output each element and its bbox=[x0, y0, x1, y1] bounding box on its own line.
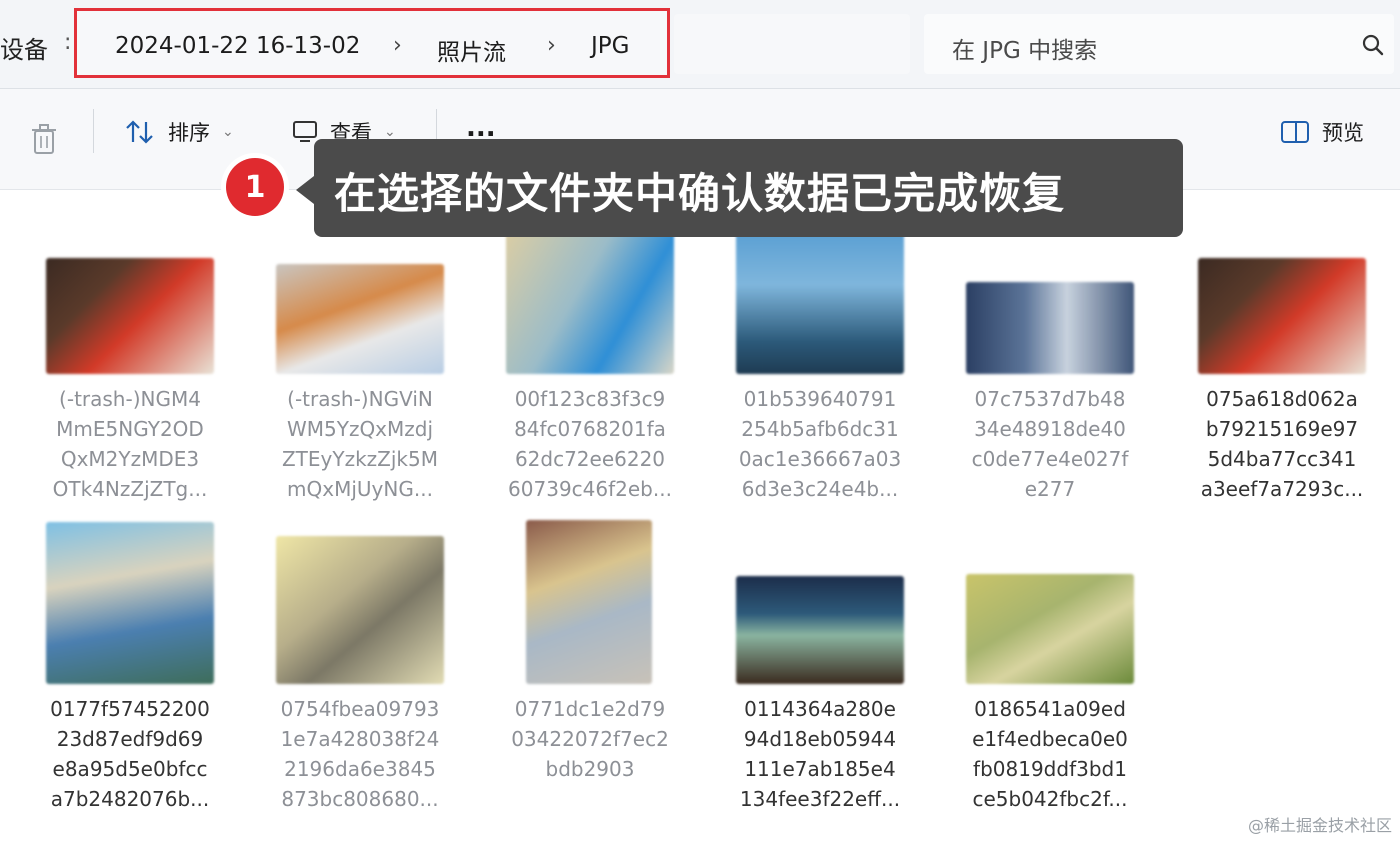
search-icon[interactable] bbox=[1360, 32, 1386, 58]
toolbar-divider bbox=[93, 109, 94, 153]
sort-arrows-icon bbox=[126, 120, 153, 144]
search-placeholder: 在 JPG 中搜索 bbox=[952, 38, 1098, 64]
breadcrumb: 2024-01-22 16-13-02 › 照片流 › JPG bbox=[74, 8, 670, 78]
file-name[interactable]: 07c7537d7b48 34e48918de40 c0de77e4e027f e27… bbox=[935, 384, 1165, 504]
file-thumbnail[interactable] bbox=[46, 522, 214, 684]
file-thumbnail[interactable] bbox=[966, 574, 1134, 684]
file-name[interactable]: 00f123c83f3c9 84fc0768201fa 62dc72ee6220 60… bbox=[475, 384, 705, 504]
search-input[interactable]: 在 JPG 中搜索 bbox=[924, 14, 1394, 74]
file-thumbnail[interactable] bbox=[276, 264, 444, 374]
file-thumbnail[interactable] bbox=[526, 520, 652, 684]
file-name[interactable]: (-trash-)NGViN WM5YzQxMzdj ZTEyYzkzZjk5M mQ… bbox=[245, 384, 475, 504]
breadcrumb-device[interactable]: 设备 bbox=[0, 30, 48, 65]
file-name[interactable]: 0754fbea09793 1e7a428038f24 2196da6e3845 87… bbox=[245, 694, 475, 814]
watermark: @稀土掘金技术社区 bbox=[1247, 816, 1392, 835]
file-thumbnail[interactable] bbox=[276, 536, 444, 684]
chevron-right-icon: › bbox=[393, 33, 402, 58]
chevron-right-icon: › bbox=[547, 33, 556, 58]
sort-button[interactable]: 排序 ⌄ bbox=[124, 117, 234, 147]
file-name[interactable]: 0186541a09ed e1f4edbeca0e0 fb0819ddf3bd1 ce… bbox=[935, 694, 1165, 814]
file-thumbnail[interactable] bbox=[1198, 258, 1366, 374]
instruction-callout: 在选择的文件夹中确认数据已完成恢复 bbox=[314, 139, 1183, 237]
file-name[interactable]: 075a618d062a b79215169e97 5d4ba77cc341 a3ee… bbox=[1167, 384, 1397, 504]
preview-label: 预览 bbox=[1322, 121, 1364, 145]
file-name[interactable]: 0177f57452200 23d87edf9d69 e8a95d5e0bfcc a7… bbox=[15, 694, 245, 814]
sort-label: 排序 bbox=[168, 121, 210, 145]
callout-pointer bbox=[296, 176, 314, 204]
file-thumbnail[interactable] bbox=[46, 258, 214, 374]
breadcrumb-item-jpg[interactable]: JPG bbox=[591, 33, 629, 59]
view-icon bbox=[293, 121, 317, 142]
file-name[interactable]: (-trash-)NGM4 MmE5NGY2OD QxM2YzMDE3 OTk4NzZ… bbox=[15, 384, 245, 504]
preview-pane-icon bbox=[1281, 121, 1309, 143]
trash-icon[interactable] bbox=[30, 123, 58, 155]
preview-pane-button[interactable]: 预览 bbox=[1280, 117, 1364, 147]
breadcrumb-item-photostream[interactable]: 照片流 bbox=[437, 33, 506, 67]
file-thumbnail[interactable] bbox=[736, 576, 904, 684]
file-thumbnail[interactable] bbox=[966, 282, 1134, 374]
breadcrumb-item-date-folder[interactable]: 2024-01-22 16-13-02 bbox=[115, 33, 360, 59]
file-name[interactable]: 0114364a280e 94d18eb05944 111e7ab185e4 134f… bbox=[705, 694, 935, 814]
chevron-down-icon: ⌄ bbox=[222, 124, 234, 140]
breadcrumb-separator: : bbox=[64, 30, 72, 55]
file-name[interactable]: 0771dc1e2d79 03422072f7ec2 bdb2903 bbox=[475, 694, 705, 784]
address-bar: 设备 : 2024-01-22 16-13-02 › 照片流 › JPG 在 J… bbox=[0, 0, 1400, 89]
chevron-down-icon: ⌄ bbox=[384, 124, 396, 140]
step-number-badge: 1 bbox=[226, 158, 284, 216]
file-name[interactable]: 01b539640791 254b5afb6dc31 0ac1e36667a03 6d… bbox=[705, 384, 935, 504]
address-field-blank[interactable] bbox=[674, 14, 910, 74]
